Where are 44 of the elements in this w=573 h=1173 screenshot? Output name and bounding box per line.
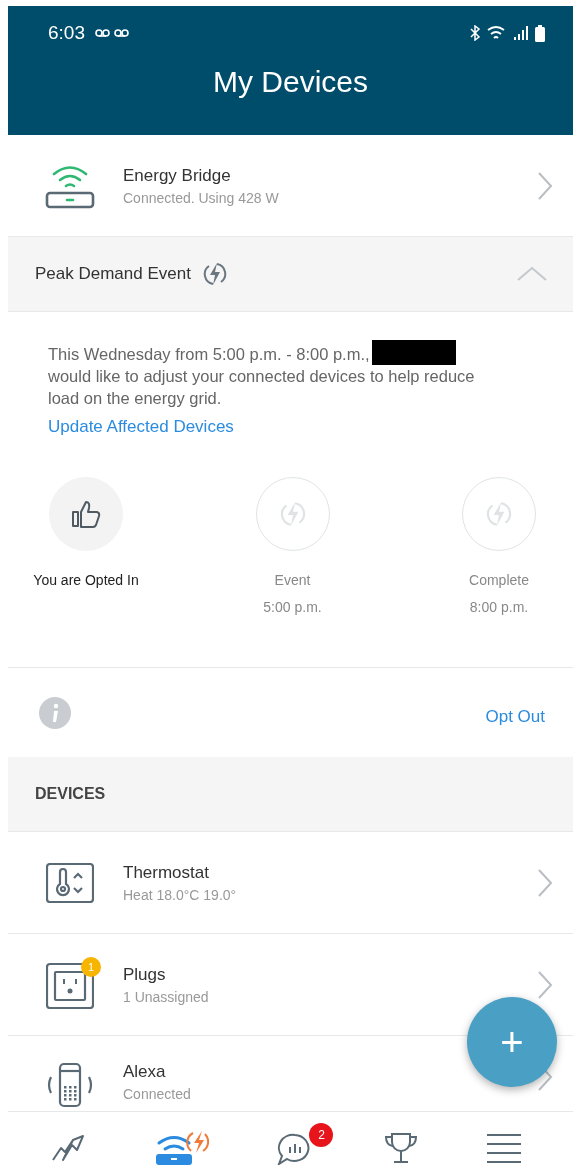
nav-tab[interactable]: 2 xyxy=(277,1122,334,1165)
voicemail-icons xyxy=(95,28,129,38)
event-message: This Wednesday from 5:00 p.m. - 8:00 p.m., would like to adjust your connected devices to help reduce load on the energy grid. xyxy=(48,340,498,409)
device-status: Heat 18.0°C 19.0° xyxy=(123,886,238,903)
chevron-right-icon xyxy=(537,867,553,898)
smart-speaker-icon xyxy=(46,1062,94,1108)
trophy-icon xyxy=(383,1131,418,1164)
outlet-icon xyxy=(46,960,94,1009)
section-title: DEVICES xyxy=(35,785,106,803)
device-name: Plugs xyxy=(123,964,167,985)
device-status: 1 Unassigned xyxy=(123,988,210,1005)
device-name: Thermostat xyxy=(123,862,210,883)
event-header[interactable]: Peak Demand Event xyxy=(8,237,573,312)
update-devices-link[interactable]: Update Affected Devices xyxy=(48,417,234,437)
thumbs-up-icon xyxy=(71,500,101,528)
trend-icon xyxy=(51,1133,86,1162)
count-badge: 2 xyxy=(309,1122,334,1147)
device-status: Connected. Using 428 W xyxy=(123,189,280,206)
thermostat-icon xyxy=(46,862,94,903)
step-label: Event xyxy=(273,571,312,590)
lightning-icon xyxy=(279,500,306,528)
device-name: Energy Bridge xyxy=(123,165,232,186)
lightning-icon xyxy=(202,261,227,287)
step-time: 8:00 p.m. xyxy=(469,598,529,617)
event-title: Peak Demand Event xyxy=(35,264,191,284)
count-badge: 1 xyxy=(81,956,101,977)
lightning-icon xyxy=(486,500,512,528)
signal-icon xyxy=(513,25,529,41)
menu-icon xyxy=(485,1132,522,1163)
router-icon xyxy=(153,1129,210,1166)
step-time: 5:00 p.m. xyxy=(263,598,322,617)
step-label: Complete xyxy=(468,571,530,590)
wifi-icon xyxy=(487,25,507,41)
opt-out-link[interactable]: Opt Out xyxy=(485,706,545,727)
bluetooth-icon xyxy=(469,25,481,41)
step-label: You are Opted In xyxy=(32,571,140,590)
chevron-right-icon xyxy=(537,969,553,1000)
device-row[interactable]: Thermostat Heat 18.0°C 19.0° xyxy=(8,832,573,934)
device-name: Alexa xyxy=(123,1062,167,1082)
clock-time: 6:03 xyxy=(48,22,85,44)
chevron-right-icon xyxy=(537,170,553,201)
page-title: My Devices xyxy=(212,64,369,99)
battery-icon xyxy=(535,24,545,42)
device-status: Connected xyxy=(123,1086,192,1102)
